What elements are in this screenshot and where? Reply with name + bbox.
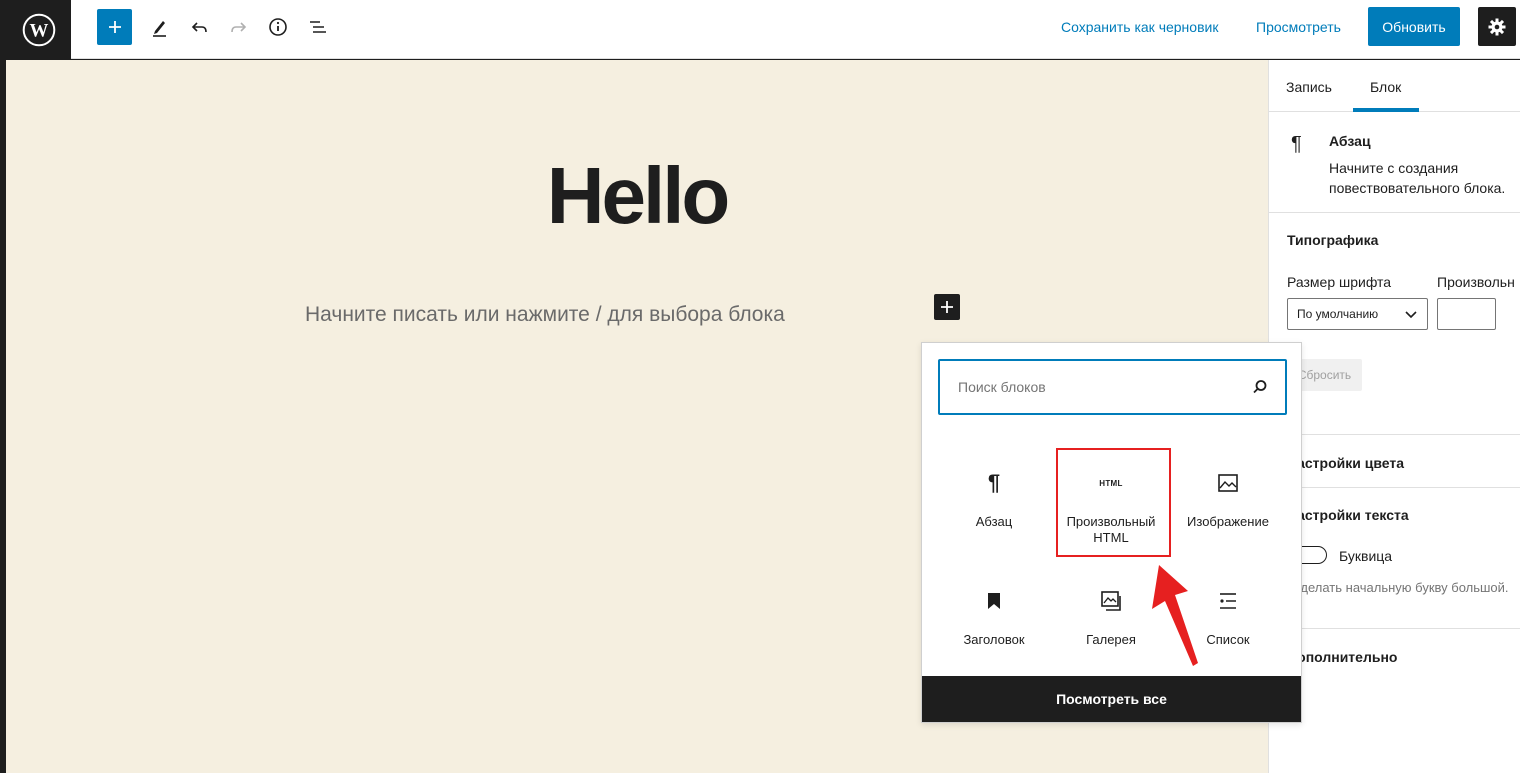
paragraph-icon: ¶ — [1291, 133, 1302, 155]
gear-icon — [1488, 18, 1506, 35]
settings-button[interactable] — [1478, 7, 1516, 46]
block-item-paragraph[interactable]: ¶ Абзац — [936, 446, 1052, 556]
plus-icon — [941, 301, 953, 313]
settings-sidebar: Запись Блок ¶ Абзац Начните с создания п… — [1268, 60, 1520, 773]
wordpress-logo-button[interactable]: W — [6, 0, 71, 59]
tab-block[interactable]: Блок — [1370, 79, 1401, 95]
details-button[interactable] — [264, 9, 292, 45]
typography-panel-title[interactable]: Типографика — [1287, 232, 1378, 248]
editor-header: W Сохранить как черновик Просмотреть Обн… — [6, 0, 1520, 59]
divider — [1269, 434, 1520, 435]
wordpress-icon: W — [22, 13, 55, 46]
undo-button[interactable] — [186, 9, 214, 45]
inline-add-block-button[interactable] — [934, 294, 960, 320]
view-all-button[interactable]: Посмотреть все — [922, 676, 1301, 722]
block-item-label: Изображение — [1187, 514, 1269, 529]
search-icon — [1253, 380, 1267, 394]
block-card: ¶ Абзац Начните с создания повествовател… — [1269, 113, 1520, 213]
advanced-panel-title[interactable]: Дополнительно — [1287, 649, 1397, 665]
text-settings-panel-title[interactable]: Настройки текста — [1287, 507, 1409, 523]
sidebar-tabs: Запись Блок — [1269, 60, 1520, 112]
divider — [1269, 628, 1520, 629]
font-size-select-value: По умолчанию — [1297, 307, 1379, 321]
paragraph-placeholder[interactable]: Начните писать или нажмите / для выбора … — [305, 303, 785, 327]
block-search-box — [938, 359, 1287, 415]
info-icon — [269, 18, 287, 36]
post-title[interactable]: Hello — [6, 150, 1268, 242]
list-view-button[interactable] — [304, 9, 332, 45]
custom-size-label: Произвольн — [1437, 274, 1515, 290]
block-item-heading[interactable]: Заголовок — [936, 564, 1052, 674]
pencil-icon — [153, 21, 166, 37]
chevron-down-icon — [1405, 311, 1417, 319]
custom-size-input[interactable] — [1437, 298, 1496, 330]
block-card-title: Абзац — [1329, 133, 1371, 149]
save-draft-button[interactable]: Сохранить как черновик — [1061, 19, 1218, 35]
list-view-icon — [310, 21, 326, 33]
plus-icon — [108, 21, 121, 33]
paragraph-icon: ¶ — [987, 470, 1001, 495]
drop-cap-label: Буквица — [1339, 548, 1393, 564]
block-item-label: Абзац — [975, 514, 1013, 529]
tab-post[interactable]: Запись — [1286, 79, 1332, 95]
color-settings-panel-title[interactable]: Настройки цвета — [1287, 455, 1404, 471]
add-block-button[interactable] — [97, 9, 132, 45]
annotation-arrow-icon — [1152, 565, 1198, 666]
edit-tools-button[interactable] — [146, 9, 174, 45]
redo-icon — [231, 22, 247, 33]
redo-button[interactable] — [224, 9, 252, 45]
font-size-label: Размер шрифта — [1287, 274, 1392, 290]
block-card-description: Начните с создания повествовательного бл… — [1329, 160, 1506, 196]
svg-text:W: W — [29, 20, 48, 41]
block-search-input[interactable] — [940, 361, 1240, 413]
block-item-image[interactable]: Изображение — [1170, 446, 1286, 556]
preview-button[interactable]: Просмотреть — [1256, 19, 1341, 35]
undo-icon — [191, 22, 207, 33]
block-item-label: Галерея — [1086, 632, 1136, 647]
highlight-box — [1056, 448, 1171, 557]
drop-cap-help: Сделать начальную букву большой. — [1291, 580, 1509, 595]
gallery-icon — [1099, 588, 1123, 614]
bookmark-icon — [986, 588, 1002, 614]
active-tab-indicator — [1353, 108, 1419, 112]
divider — [1269, 487, 1520, 488]
font-size-select[interactable]: По умолчанию — [1287, 298, 1428, 330]
block-item-label: Заголовок — [963, 632, 1025, 647]
update-button[interactable]: Обновить — [1368, 7, 1460, 46]
image-icon — [1217, 470, 1239, 496]
block-inserter-popover: ¶ Абзац HTML Произвольный HTML Изображен… — [921, 342, 1302, 723]
list-icon — [1217, 588, 1239, 614]
